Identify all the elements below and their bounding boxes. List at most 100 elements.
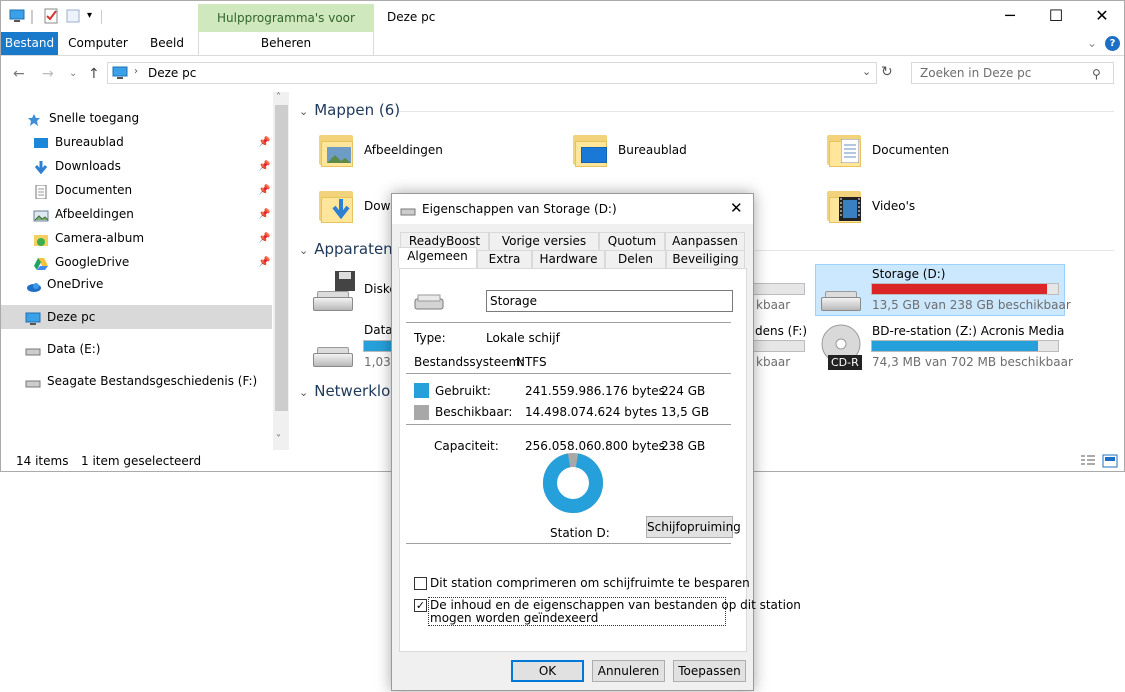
address-dropdown-icon[interactable]: ⌄ xyxy=(862,65,871,78)
nav-item-googledrive[interactable]: GoogleDrive xyxy=(33,251,129,273)
device-f-label[interactable]: dens (F:) xyxy=(755,324,807,338)
device-bd-label[interactable]: BD-re-station (Z:) Acronis Media xyxy=(872,324,1064,338)
floppy-drive-icon[interactable] xyxy=(313,289,353,311)
drive-name-input[interactable]: Storage xyxy=(486,290,733,312)
device-storage-sub: 13,5 GB van 238 GB beschikbaar xyxy=(872,298,1071,312)
tab-extra[interactable]: Extra xyxy=(477,250,532,268)
close-button[interactable]: ✕ xyxy=(1079,1,1125,31)
separator-4 xyxy=(406,543,731,544)
apply-button[interactable]: Toepassen xyxy=(673,660,746,682)
details-view-icon[interactable] xyxy=(1080,454,1096,474)
status-selection: 1 item geselecteerd xyxy=(81,454,202,468)
breadcrumb-chevron-icon[interactable]: › xyxy=(134,66,138,77)
breadcrumb-deze-pc[interactable]: Deze pc xyxy=(148,66,196,80)
tab-quotum[interactable]: Quotum xyxy=(599,232,665,250)
refresh-icon[interactable]: ↻ xyxy=(881,64,893,80)
tab-delen[interactable]: Delen xyxy=(605,250,666,268)
minimize-button[interactable]: ─ xyxy=(987,1,1033,31)
drive-large-icon xyxy=(414,294,444,313)
up-icon[interactable]: ↑ xyxy=(88,66,100,82)
help-icon[interactable]: ? xyxy=(1105,36,1120,51)
compress-checkbox[interactable] xyxy=(414,577,427,590)
nav-item-afbeeldingen[interactable]: Afbeeldingen xyxy=(33,203,134,225)
nav-data-e[interactable]: Data (E:) xyxy=(25,338,100,360)
nav-onedrive[interactable]: OneDrive xyxy=(25,273,103,295)
pin-icon[interactable]: 📌 xyxy=(258,185,270,196)
desktop-icon xyxy=(33,136,49,150)
index-checkbox[interactable]: ✓ xyxy=(414,599,427,612)
tab-beheren[interactable]: Beheren xyxy=(198,32,374,55)
folder-documenten-icon[interactable] xyxy=(827,131,863,167)
nav-this-pc[interactable]: Deze pc xyxy=(25,306,95,328)
cancel-button[interactable]: Annuleren xyxy=(592,660,665,682)
nav-quick-access[interactable]: Snelle toegang xyxy=(27,107,139,129)
folder-afbeeldingen-label[interactable]: Afbeeldingen xyxy=(364,143,443,157)
capacity-bytes: 256.058.060.800 bytes xyxy=(525,439,665,453)
nav-this-pc-label: Deze pc xyxy=(47,310,96,324)
pin-icon[interactable]: 📌 xyxy=(258,209,270,220)
qat-separator-2 xyxy=(101,10,102,24)
folder-videos-label[interactable]: Video's xyxy=(872,199,915,213)
properties-icon[interactable] xyxy=(43,8,59,24)
pin-icon[interactable]: 📌 xyxy=(258,161,270,172)
folders-group-line xyxy=(399,111,1114,112)
large-icons-view-icon[interactable] xyxy=(1102,454,1118,474)
folder-bureaublad-icon[interactable] xyxy=(573,131,609,167)
type-label: Type: xyxy=(414,331,446,345)
nav-item-bureaublad[interactable]: Bureaublad xyxy=(33,131,124,153)
ribbon-expand-icon[interactable]: ⌄ xyxy=(1083,32,1101,55)
disk-cleanup-button[interactable]: Schijfopruiming xyxy=(646,516,741,538)
search-input[interactable]: Zoeken in Deze pc ⚲ xyxy=(911,62,1114,84)
folder-videos-icon[interactable] xyxy=(827,187,863,223)
forward-icon[interactable]: → xyxy=(42,66,54,82)
nav-data-e-label: Data (E:) xyxy=(47,342,101,356)
index-label-line2[interactable]: mogen worden geïndexeerd xyxy=(430,611,598,625)
folder-bureaublad-label[interactable]: Bureaublad xyxy=(618,143,687,157)
scroll-down-icon[interactable]: ˅ xyxy=(276,434,281,445)
address-bar[interactable]: › Deze pc ⌄ xyxy=(107,62,877,84)
nav-seagate[interactable]: Seagate Bestandsgeschiedenis (F:) xyxy=(25,370,257,392)
capacity-gb: 238 GB xyxy=(661,439,706,453)
dialog-close-icon[interactable]: ✕ xyxy=(730,199,743,217)
tab-bestand[interactable]: Bestand xyxy=(1,32,58,55)
nav-item-documenten[interactable]: Documenten xyxy=(33,179,132,201)
free-color-swatch xyxy=(414,405,429,420)
storage-drive-icon[interactable] xyxy=(821,289,861,311)
folder-afbeeldingen-icon[interactable] xyxy=(319,131,355,167)
pin-icon[interactable]: 📌 xyxy=(258,137,270,148)
nav-item-camera-album[interactable]: Camera-album xyxy=(33,227,144,249)
device-storage-usage-bar xyxy=(871,283,1059,295)
tab-beeld[interactable]: Beeld xyxy=(138,32,196,55)
pin-icon[interactable]: 📌 xyxy=(258,257,270,268)
tab-aanpassen[interactable]: Aanpassen xyxy=(665,232,745,250)
used-bytes: 241.559.986.176 bytes xyxy=(525,384,665,398)
scroll-thumb[interactable] xyxy=(275,105,288,411)
download-icon xyxy=(33,160,49,174)
device-hidden-sub: kbaar xyxy=(756,298,791,312)
maximize-button[interactable]: ☐ xyxy=(1033,1,1079,31)
tab-algemeen[interactable]: Algemeen xyxy=(398,247,477,268)
window-title: Deze pc xyxy=(387,10,436,24)
tab-hardware[interactable]: Hardware xyxy=(532,250,605,268)
contextual-tab-group: Hulpprogramma's voor stations xyxy=(198,4,374,53)
folder-downloads-icon[interactable] xyxy=(319,187,355,223)
device-data-label[interactable]: Data xyxy=(364,323,393,337)
ok-button[interactable]: OK xyxy=(511,660,584,682)
back-icon[interactable]: ← xyxy=(13,66,25,82)
nav-item-downloads[interactable]: Downloads xyxy=(33,155,121,177)
tab-beveiliging[interactable]: Beveiliging xyxy=(666,250,745,268)
index-label-line1[interactable]: De inhoud en de eigenschappen van bestan… xyxy=(430,598,801,612)
pin-icon[interactable]: 📌 xyxy=(258,233,270,244)
device-storage-label[interactable]: Storage (D:) xyxy=(872,267,945,281)
compress-label[interactable]: Dit station comprimeren om schijfruimte … xyxy=(430,576,750,590)
tab-computer[interactable]: Computer xyxy=(61,32,135,55)
free-label: Beschikbaar: xyxy=(435,405,513,419)
scroll-up-icon[interactable]: ˄ xyxy=(276,92,281,103)
folder-documenten-label[interactable]: Documenten xyxy=(872,143,949,157)
new-folder-icon[interactable] xyxy=(65,8,81,24)
folders-group-header[interactable]: ⌄ Mappen (6) xyxy=(299,101,400,119)
recent-dropdown-icon[interactable]: ⌄ xyxy=(69,68,77,79)
data-drive-icon[interactable] xyxy=(313,345,353,367)
tab-vorige-versies[interactable]: Vorige versies xyxy=(489,232,599,250)
type-value: Lokale schijf xyxy=(486,331,560,345)
